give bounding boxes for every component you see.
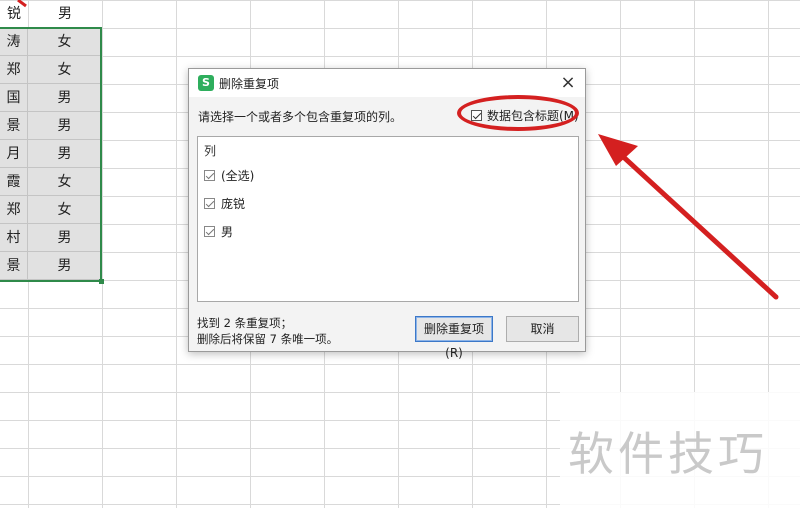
column-item-label: 男 (221, 224, 234, 239)
cell-b4[interactable]: 男 (28, 84, 102, 112)
dialog-titlebar[interactable]: S 删除重复项 × (189, 69, 585, 97)
column-item-gender[interactable]: 男 (204, 223, 233, 239)
column-item-label: (全选) (221, 168, 255, 183)
watermark: 软件技巧 (560, 392, 800, 508)
checkbox-checked-icon[interactable] (204, 225, 215, 237)
cell-a10[interactable]: 景 (0, 252, 28, 280)
column-list[interactable]: 列 (全选) 庞锐 男 (197, 136, 579, 302)
column-item-label: 庞锐 (221, 196, 246, 211)
cell-a3[interactable]: 郑 (0, 56, 28, 84)
cell-b9[interactable]: 男 (28, 224, 102, 252)
cell-b6[interactable]: 男 (28, 140, 102, 168)
cell-a9[interactable]: 村 (0, 224, 28, 252)
cell-b7[interactable]: 女 (28, 168, 102, 196)
dialog-title: 删除重复项 (219, 77, 280, 91)
duplicate-summary: 找到 2 条重复项； 删除后将保留 7 条唯一项。 (197, 315, 338, 347)
fill-handle[interactable] (99, 279, 104, 284)
remove-duplicates-button[interactable]: 删除重复项(R) (415, 316, 493, 360)
checkbox-checked-icon[interactable] (471, 109, 482, 121)
data-has-header-label: 数据包含标题(M) (487, 108, 579, 123)
instruction-text: 请选择一个或者多个包含重复项的列。 (198, 110, 403, 124)
cell-b5[interactable]: 男 (28, 112, 102, 140)
cell-b1[interactable]: 男 (28, 0, 102, 28)
cell-a4[interactable]: 国 (0, 84, 28, 112)
watermark-text: 软件技巧 (568, 427, 768, 481)
cancel-button[interactable]: 取消 (506, 316, 579, 342)
cell-b3[interactable]: 女 (28, 56, 102, 84)
column-item-select-all[interactable]: (全选) (204, 167, 254, 183)
cell-a7[interactable]: 霞 (0, 168, 28, 196)
wps-logo-icon: S (198, 75, 214, 91)
unique-remaining-text: 删除后将保留 7 条唯一项。 (197, 332, 339, 346)
cell-a8[interactable]: 郑 (0, 196, 28, 224)
cell-a2[interactable]: 涛 (0, 28, 28, 56)
close-button[interactable]: × (557, 72, 579, 94)
checkbox-checked-icon[interactable] (204, 197, 215, 209)
cell-b10[interactable]: 男 (28, 252, 102, 280)
cell-a6[interactable]: 月 (0, 140, 28, 168)
column-item-pangrui[interactable]: 庞锐 (204, 195, 245, 211)
cell-b8[interactable]: 女 (28, 196, 102, 224)
remove-duplicates-dialog: S 删除重复项 × 请选择一个或者多个包含重复项的列。 数据包含标题(M) 列 … (188, 68, 586, 360)
duplicate-count-text: 找到 2 条重复项； (197, 316, 293, 330)
column-list-header: 列 (204, 144, 217, 158)
cell-a5[interactable]: 景 (0, 112, 28, 140)
checkbox-checked-icon[interactable] (204, 169, 215, 181)
cell-b2[interactable]: 女 (28, 28, 102, 56)
data-has-header-checkbox[interactable]: 数据包含标题(M) (471, 106, 579, 124)
cell-a1[interactable]: 锐 (0, 0, 28, 28)
